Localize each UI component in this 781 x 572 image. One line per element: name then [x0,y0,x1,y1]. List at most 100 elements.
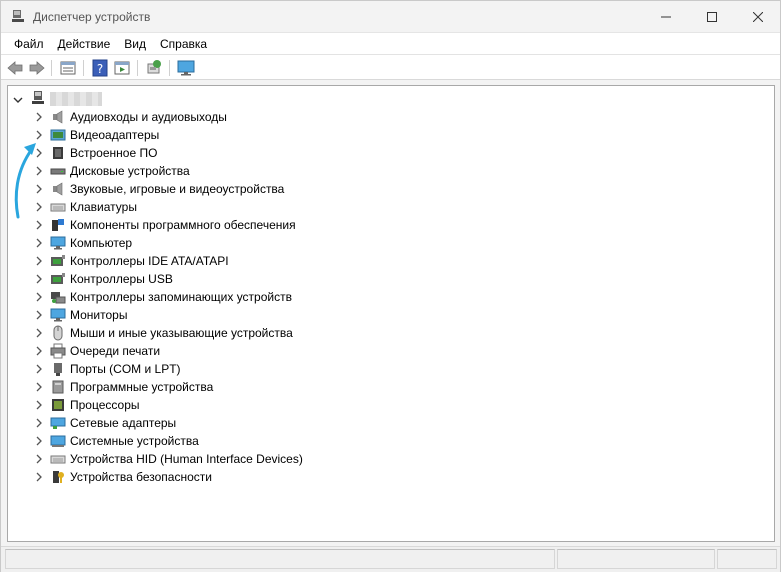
chevron-right-icon[interactable] [34,274,44,284]
mouse-icon [53,325,63,341]
scan-hardware-icon[interactable] [145,59,163,77]
toolbar: ? [1,54,780,80]
tree-category-label: Видеоадаптеры [70,128,160,142]
security-device-icon [53,471,64,483]
tree-category[interactable]: Компьютер [8,234,774,252]
chevron-down-icon[interactable] [13,95,23,105]
tree-category[interactable]: Встроенное ПО [8,144,774,162]
chevron-right-icon[interactable] [34,220,44,230]
forward-icon[interactable] [28,59,46,77]
minimize-icon [661,16,671,17]
chevron-right-icon[interactable] [34,472,44,482]
back-icon[interactable] [6,59,24,77]
tree-category-label: Мыши и иные указывающие устройства [70,326,293,340]
tree-category[interactable]: Видеоадаптеры [8,126,774,144]
chevron-right-icon[interactable] [34,112,44,122]
close-icon [753,11,763,22]
chevron-right-icon[interactable] [34,166,44,176]
tree-category-label: Устройства HID (Human Interface Devices) [70,452,303,466]
chevron-right-icon[interactable] [34,202,44,212]
computer-icon [50,236,66,250]
tree-category[interactable]: Очереди печати [8,342,774,360]
monitor-icon[interactable] [177,59,195,77]
chevron-right-icon[interactable] [34,436,44,446]
device-manager-window: Диспетчер устройств Файл Действие Вид Сп… [0,0,781,572]
menu-file[interactable]: Файл [7,33,51,55]
tree-category-label: Контроллеры запоминающих устройств [70,290,292,304]
tree-category[interactable]: Системные устройства [8,432,774,450]
tree-category[interactable]: Контроллеры USB [8,270,774,288]
maximize-button[interactable] [689,1,735,32]
tree-category-label: Программные устройства [70,380,214,394]
tree-category[interactable]: Устройства HID (Human Interface Devices) [8,450,774,468]
update-driver-icon[interactable] [113,59,131,77]
menu-view[interactable]: Вид [117,33,153,55]
tree-category[interactable]: Контроллеры IDE ATA/ATAPI [8,252,774,270]
tree-category-label: Контроллеры USB [70,272,173,286]
tree-category[interactable]: Мыши и иные указывающие устройства [8,324,774,342]
computer-root-icon [32,91,44,104]
tree-category-label: Порты (COM и LPT) [70,362,181,376]
chevron-right-icon[interactable] [34,364,44,374]
help-icon[interactable]: ? [91,59,109,77]
system-device-icon [50,435,66,447]
tree-category[interactable]: Процессоры [8,396,774,414]
properties-icon[interactable] [59,59,77,77]
hid-icon [50,455,66,464]
software-device-icon [52,380,64,394]
tree-category-label: Устройства безопасности [70,470,212,484]
tree-category-label: Контроллеры IDE ATA/ATAPI [70,254,229,268]
tree-category[interactable]: Клавиатуры [8,198,774,216]
maximize-icon [707,11,717,22]
menu-help[interactable]: Справка [153,33,214,55]
monitor-icon [50,308,66,322]
device-manager-app-icon [11,9,25,23]
chevron-right-icon[interactable] [34,418,44,428]
svg-text:?: ? [97,62,103,76]
chevron-right-icon[interactable] [34,454,44,464]
chevron-right-icon[interactable] [34,310,44,320]
firmware-icon [53,147,63,159]
tree-category[interactable]: Дисковые устройства [8,162,774,180]
sound-icon [53,182,63,196]
tree-category-label: Аудиовходы и аудиовыходы [70,110,227,124]
toolbar-separator [83,60,84,76]
tree-category-label: Очереди печати [70,344,161,358]
chevron-right-icon[interactable] [34,382,44,392]
status-bar [1,546,780,572]
chevron-right-icon[interactable] [34,328,44,338]
chevron-right-icon[interactable] [34,130,44,140]
chevron-right-icon[interactable] [34,238,44,248]
tree-category[interactable]: Программные устройства [8,378,774,396]
tree-category[interactable]: Аудиовходы и аудиовыходы [8,108,774,126]
minimize-button[interactable] [643,1,689,32]
close-button[interactable] [735,1,781,32]
tree-category[interactable]: Сетевые адаптеры [8,414,774,432]
chevron-right-icon[interactable] [34,148,44,158]
tree-category[interactable]: Контроллеры запоминающих устройств [8,288,774,306]
tree-category-label: Сетевые адаптеры [70,416,177,430]
ide-controller-icon [51,255,65,266]
tree-category-label: Клавиатуры [70,200,137,214]
status-panel-tertiary [717,549,777,569]
window-title: Диспетчер устройств [33,10,151,24]
chevron-right-icon[interactable] [34,400,44,410]
chevron-right-icon[interactable] [34,292,44,302]
tree-category-label: Дисковые устройства [70,164,190,178]
tree-category[interactable]: Устройства безопасности [8,468,774,486]
tree-category-label: Встроенное ПО [70,146,158,160]
tree-category-label: Компоненты программного обеспечения [70,218,296,232]
device-tree[interactable]: Аудиовходы и аудиовыходы Видеоадаптеры Вст… [7,85,775,542]
menu-action[interactable]: Действие [51,33,118,55]
tree-category[interactable]: Мониторы [8,306,774,324]
status-panel-secondary [557,549,715,569]
tree-category[interactable]: Порты (COM и LPT) [8,360,774,378]
chevron-right-icon[interactable] [34,184,44,194]
chevron-right-icon[interactable] [34,346,44,356]
chevron-right-icon[interactable] [34,256,44,266]
tree-category[interactable]: Компоненты программного обеспечения [8,216,774,234]
tree-root[interactable] [8,90,774,108]
tree-category[interactable]: Звуковые, игровые и видеоустройства [8,180,774,198]
menu-bar: Файл Действие Вид Справка [1,32,780,54]
network-adapter-icon [50,417,66,429]
